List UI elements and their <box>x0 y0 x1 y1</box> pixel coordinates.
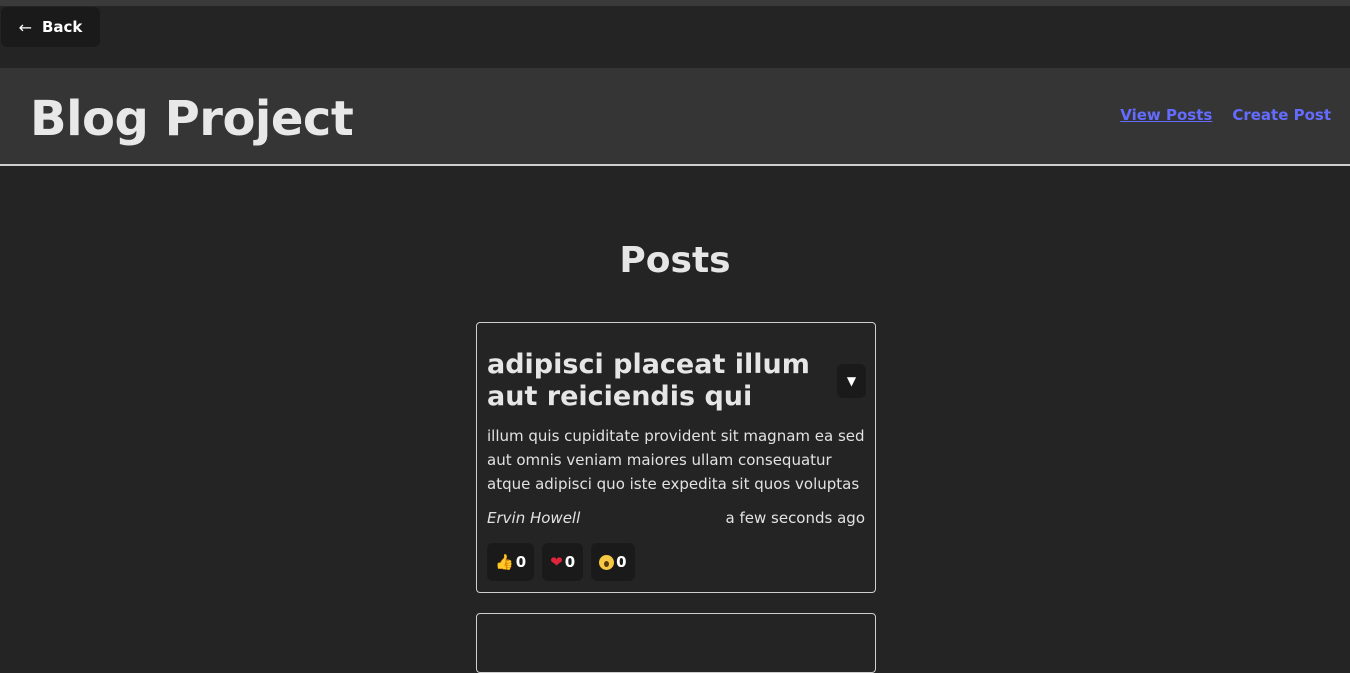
post-body: illum quis cupiditate provident sit magn… <box>487 427 865 493</box>
thumbs-up-icon: 👍 <box>495 553 514 571</box>
window-top-strip <box>0 0 1350 6</box>
reaction-count: 0 <box>564 553 576 571</box>
reaction-thumbs-up-button[interactable]: 👍 0 <box>487 543 535 581</box>
surprised-face-icon <box>599 554 615 570</box>
page-title: Posts <box>619 240 731 281</box>
heart-icon: ❤ <box>550 553 563 571</box>
nav-create-post[interactable]: Create Post <box>1232 106 1331 124</box>
nav-view-posts[interactable]: View Posts <box>1120 106 1212 124</box>
main-nav: View Posts Create Post <box>1120 106 1331 124</box>
post-card: adipisci placeat illum aut reiciendis qu… <box>476 322 876 593</box>
reaction-count: 0 <box>616 553 627 571</box>
back-button-label: Back <box>41 18 83 36</box>
reaction-heart-button[interactable]: ❤ 0 <box>542 543 584 581</box>
site-header: Blog Project View Posts Create Post <box>0 68 1350 166</box>
triangle-down-icon: ▼ <box>846 374 857 388</box>
post-title: adipisci placeat illum aut reiciendis qu… <box>487 349 810 412</box>
reaction-bar: 👍 0 ❤ 0 0 <box>487 543 635 581</box>
arrow-left-icon: ← <box>18 17 32 37</box>
post-timestamp: a few seconds ago <box>725 509 865 527</box>
reaction-surprised-button[interactable]: 0 <box>591 543 635 581</box>
post-card <box>476 613 876 673</box>
reaction-count: 0 <box>515 553 527 571</box>
post-author: Ervin Howell <box>487 509 581 527</box>
back-button[interactable]: ← Back <box>1 7 100 47</box>
site-title: Blog Project <box>30 91 354 147</box>
post-menu-button[interactable]: ▼ <box>837 364 866 398</box>
